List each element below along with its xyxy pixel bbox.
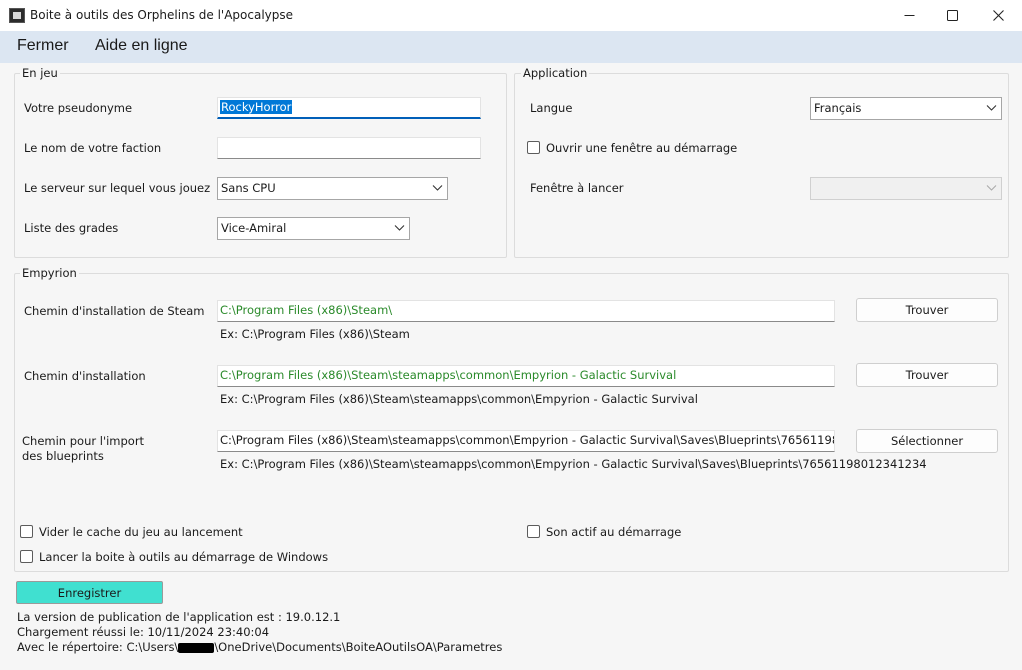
close-button[interactable]: [975, 0, 1021, 31]
chevron-down-icon: [394, 225, 405, 231]
install-path-hint: Ex: C:\Program Files (x86)\Steam\steamap…: [220, 392, 698, 406]
chevron-down-icon: [432, 185, 443, 191]
minimize-icon: [904, 15, 914, 16]
server-select[interactable]: Sans CPU: [217, 177, 448, 200]
app-icon: [9, 8, 25, 23]
chevron-down-icon: [986, 185, 997, 191]
launch-startup-label[interactable]: Lancer la boite à outils au démarrage de…: [39, 550, 328, 564]
install-path-label: Chemin d'installation: [24, 369, 146, 383]
clear-cache-checkbox[interactable]: [20, 525, 33, 538]
language-value: Français: [814, 101, 862, 115]
directory-suffix: \OneDrive\Documents\BoiteAOutilsOA\Param…: [214, 640, 503, 654]
server-label: Le serveur sur lequel vous jouez: [24, 181, 211, 195]
sound-label[interactable]: Son actif au démarrage: [546, 525, 681, 539]
sound-checkbox[interactable]: [527, 525, 540, 538]
blueprints-path-input[interactable]: C:\Program Files (x86)\Steam\steamapps\c…: [217, 430, 835, 452]
language-label: Langue: [530, 101, 573, 115]
pseudonym-label: Votre pseudonyme: [24, 101, 133, 115]
blueprints-label-line2: des blueprints: [22, 449, 104, 463]
install-find-button[interactable]: Trouver: [856, 363, 998, 387]
grades-label: Liste des grades: [24, 221, 119, 235]
steam-path-label: Chemin d'installation de Steam: [24, 304, 205, 318]
server-value: Sans CPU: [221, 181, 276, 195]
blueprints-label-line1: Chemin pour l'import: [22, 434, 145, 448]
open-window-label[interactable]: Ouvrir une fenêtre au démarrage: [546, 141, 737, 155]
steam-path-hint: Ex: C:\Program Files (x86)\Steam: [220, 327, 410, 341]
clear-cache-label[interactable]: Vider le cache du jeu au lancement: [39, 525, 243, 539]
window-to-launch-select[interactable]: [810, 177, 1002, 200]
application-group-title: Application: [521, 66, 590, 80]
redacted-username: [178, 642, 215, 653]
window-to-launch-label: Fenêtre à lancer: [530, 181, 624, 195]
launch-startup-checkbox[interactable]: [20, 550, 33, 563]
minimize-button[interactable]: [886, 0, 932, 31]
close-icon: [992, 10, 1004, 21]
maximize-button[interactable]: [929, 0, 975, 31]
open-window-checkbox[interactable]: [527, 141, 540, 154]
save-button[interactable]: Enregistrer: [16, 581, 163, 604]
grades-select[interactable]: Vice-Amiral: [217, 217, 410, 240]
menu-aide-en-ligne[interactable]: Aide en ligne: [95, 37, 188, 55]
grades-value: Vice-Amiral: [221, 221, 287, 235]
chevron-down-icon: [986, 105, 997, 111]
steam-path-input[interactable]: C:\Program Files (x86)\Steam\: [217, 300, 835, 322]
maximize-icon: [946, 10, 958, 21]
loaded-text: Chargement réussi le: 10/11/2024 23:40:0…: [17, 625, 270, 639]
steam-find-button[interactable]: Trouver: [856, 298, 998, 322]
menu-fermer[interactable]: Fermer: [17, 37, 69, 55]
version-text: La version de publication de l'applicati…: [17, 610, 341, 624]
pseudonym-input[interactable]: RockyHorror: [217, 97, 481, 119]
directory-text: Avec le répertoire: C:\Users\ \OneDrive\D…: [17, 640, 502, 654]
blueprints-path-hint: Ex: C:\Program Files (x86)\Steam\steamap…: [220, 457, 927, 471]
empyrion-group-title: Empyrion: [20, 266, 79, 280]
pseudonym-value: RockyHorror: [220, 100, 293, 114]
language-select[interactable]: Français: [810, 97, 1002, 120]
faction-input[interactable]: [217, 137, 481, 159]
faction-label: Le nom de votre faction: [24, 141, 162, 155]
directory-prefix: Avec le répertoire: C:\Users\: [17, 640, 179, 654]
install-path-input[interactable]: C:\Program Files (x86)\Steam\steamapps\c…: [217, 365, 835, 387]
window-title: Boite à outils des Orphelins de l'Apocal…: [30, 8, 294, 22]
in-game-group-title: En jeu: [20, 66, 60, 80]
blueprints-select-button[interactable]: Sélectionner: [856, 429, 998, 453]
